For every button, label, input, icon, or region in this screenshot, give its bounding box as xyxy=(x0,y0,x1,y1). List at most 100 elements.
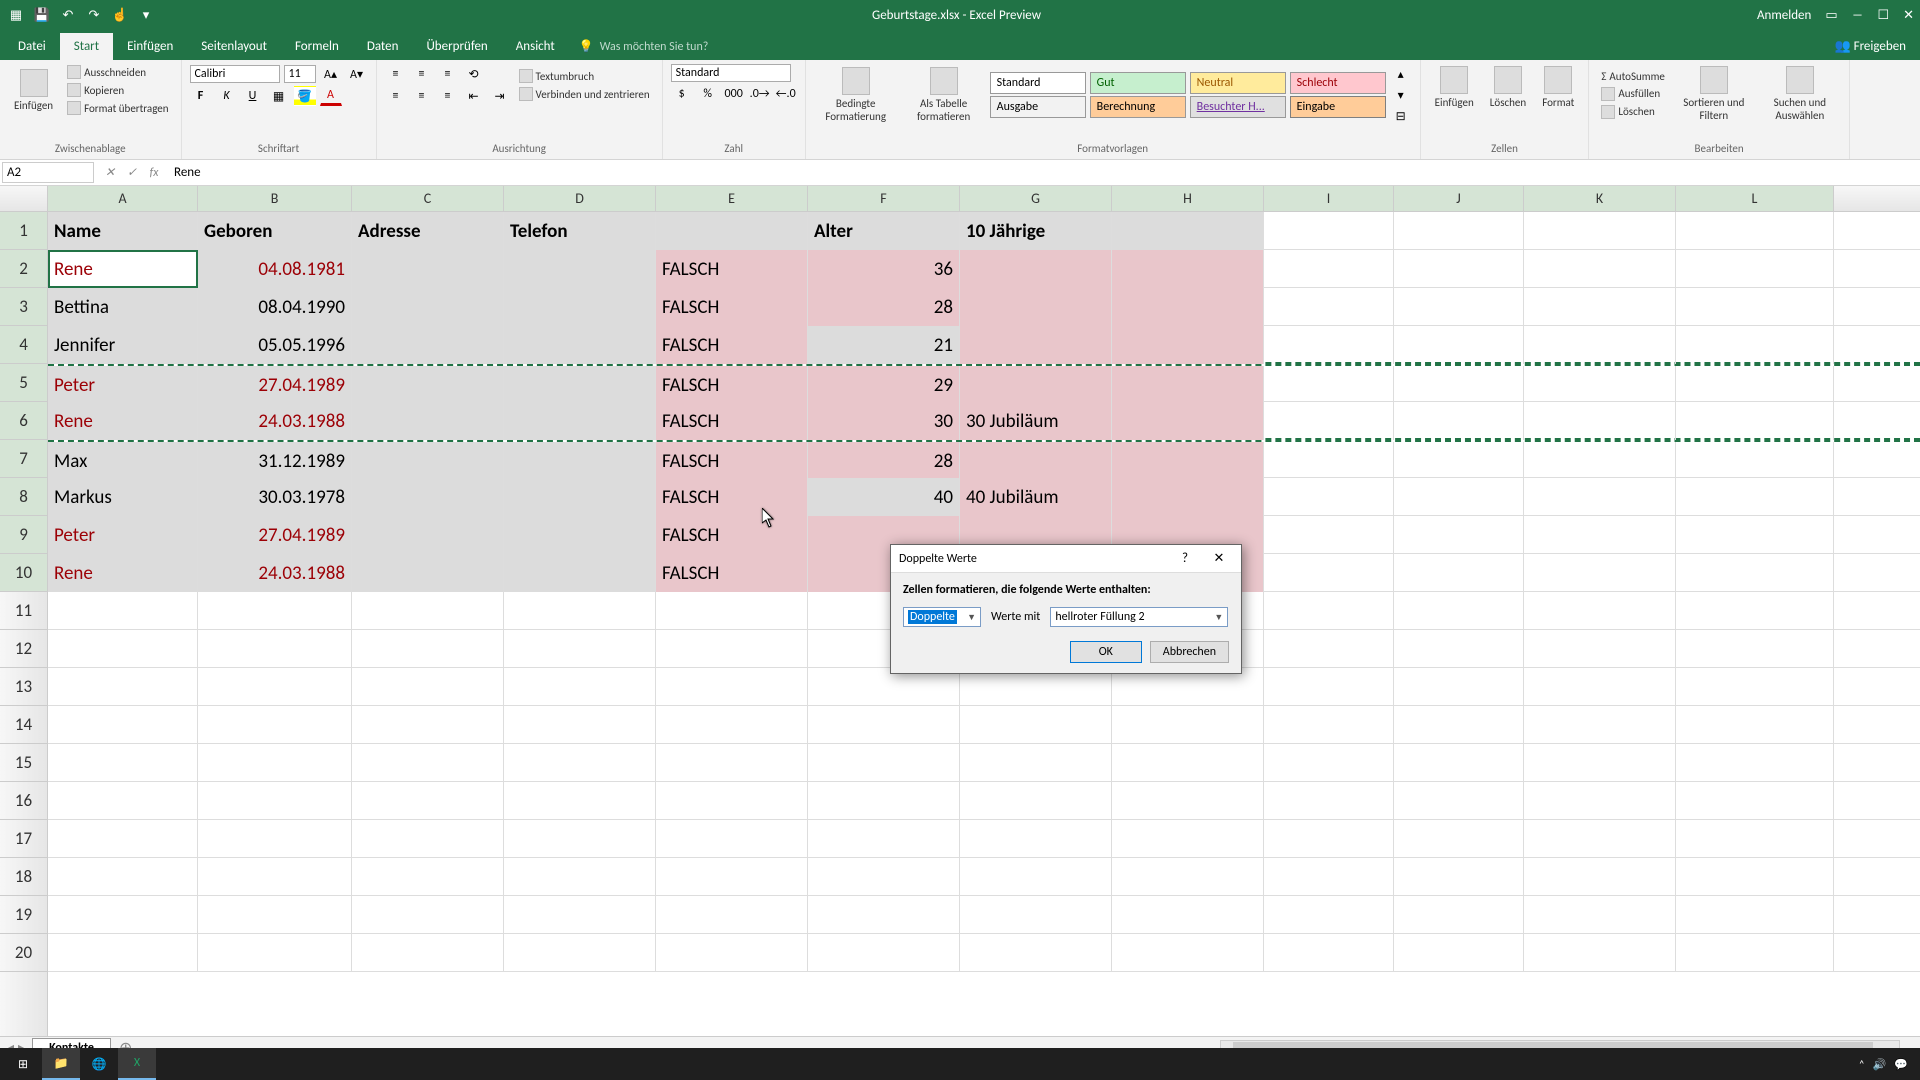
cell-K3[interactable] xyxy=(1524,288,1676,326)
row-header-11[interactable]: 11 xyxy=(0,592,47,630)
cell-C10[interactable] xyxy=(352,554,504,592)
cell-I9[interactable] xyxy=(1264,516,1394,554)
cell-K2[interactable] xyxy=(1524,250,1676,288)
formula-input[interactable] xyxy=(168,163,1920,182)
fill-color-button[interactable]: 🪣 xyxy=(294,86,316,106)
row-header-10[interactable]: 10 xyxy=(0,554,47,592)
cell-I1[interactable] xyxy=(1264,212,1394,250)
cell-J9[interactable] xyxy=(1394,516,1524,554)
ribbon-display-icon[interactable]: ▭ xyxy=(1825,8,1837,23)
cell-J7[interactable] xyxy=(1394,442,1524,480)
cell-F6[interactable]: 30 xyxy=(808,402,960,440)
cell-D11[interactable] xyxy=(504,592,656,630)
cell-A18[interactable] xyxy=(48,858,198,896)
minimize-icon[interactable]: ― xyxy=(1852,8,1864,23)
cell-E13[interactable] xyxy=(656,668,808,706)
decrease-font-icon[interactable]: A▾ xyxy=(346,64,368,84)
insert-cells-button[interactable]: Einfügen xyxy=(1429,64,1480,111)
cut-button[interactable]: Ausschneiden xyxy=(63,64,172,80)
cell-G20[interactable] xyxy=(960,934,1112,972)
cell-C1[interactable]: Adresse xyxy=(352,212,504,250)
row-header-2[interactable]: 2 xyxy=(0,250,47,288)
tray-chevron-icon[interactable]: ˄ xyxy=(1859,1058,1865,1071)
cell-L14[interactable] xyxy=(1676,706,1834,744)
style-standard[interactable]: Standard xyxy=(990,72,1086,94)
cell-G15[interactable] xyxy=(960,744,1112,782)
cell-I12[interactable] xyxy=(1264,630,1394,668)
cell-D20[interactable] xyxy=(504,934,656,972)
cell-G18[interactable] xyxy=(960,858,1112,896)
row-header-1[interactable]: 1 xyxy=(0,212,47,250)
cell-E3[interactable]: FALSCH xyxy=(656,288,808,326)
cell-G1[interactable]: 10 Jährige xyxy=(960,212,1112,250)
cell-L10[interactable] xyxy=(1676,554,1834,592)
font-size-select[interactable] xyxy=(284,65,316,83)
undo-icon[interactable]: ↶ xyxy=(58,5,78,25)
cell-E14[interactable] xyxy=(656,706,808,744)
col-header-F[interactable]: F xyxy=(808,186,960,211)
cell-J15[interactable] xyxy=(1394,744,1524,782)
cell-D9[interactable] xyxy=(504,516,656,554)
cell-B18[interactable] xyxy=(198,858,352,896)
style-schlecht[interactable]: Schlecht xyxy=(1290,72,1386,94)
cell-H19[interactable] xyxy=(1112,896,1264,934)
cell-G16[interactable] xyxy=(960,782,1112,820)
cell-A9[interactable]: Peter xyxy=(48,516,198,554)
border-button[interactable]: ▦ xyxy=(268,86,290,106)
cell-D7[interactable] xyxy=(504,442,656,480)
cell-I7[interactable] xyxy=(1264,442,1394,480)
row-header-8[interactable]: 8 xyxy=(0,478,47,516)
cell-A5[interactable]: Peter xyxy=(48,366,198,404)
cell-A8[interactable]: Markus xyxy=(48,478,198,516)
cell-C5[interactable] xyxy=(352,366,504,404)
cell-B2[interactable]: 04.08.1981 xyxy=(198,250,352,288)
cell-B16[interactable] xyxy=(198,782,352,820)
cell-A11[interactable] xyxy=(48,592,198,630)
cell-G8[interactable]: 40 Jubiläum xyxy=(960,478,1112,516)
row-header-16[interactable]: 16 xyxy=(0,782,47,820)
cell-K17[interactable] xyxy=(1524,820,1676,858)
row-header-9[interactable]: 9 xyxy=(0,516,47,554)
row-header-18[interactable]: 18 xyxy=(0,858,47,896)
cell-F14[interactable] xyxy=(808,706,960,744)
cell-K13[interactable] xyxy=(1524,668,1676,706)
cell-H16[interactable] xyxy=(1112,782,1264,820)
cell-E19[interactable] xyxy=(656,896,808,934)
cell-J4[interactable] xyxy=(1394,326,1524,364)
autosum-button[interactable]: ΣAutoSumme xyxy=(1597,69,1668,84)
tab-start[interactable]: Start xyxy=(60,33,113,60)
cell-E20[interactable] xyxy=(656,934,808,972)
cell-B11[interactable] xyxy=(198,592,352,630)
cell-J5[interactable] xyxy=(1394,366,1524,404)
cell-C12[interactable] xyxy=(352,630,504,668)
decrease-decimal-icon[interactable]: ←.0 xyxy=(775,84,797,104)
cell-K18[interactable] xyxy=(1524,858,1676,896)
currency-icon[interactable]: $ xyxy=(671,84,693,104)
cell-A7[interactable]: Max xyxy=(48,442,198,480)
cell-L1[interactable] xyxy=(1676,212,1834,250)
cell-D4[interactable] xyxy=(504,326,656,364)
cell-E11[interactable] xyxy=(656,592,808,630)
cell-E1[interactable] xyxy=(656,212,808,250)
cell-D10[interactable] xyxy=(504,554,656,592)
wrap-text-button[interactable]: Textumbruch xyxy=(515,68,654,84)
cell-B17[interactable] xyxy=(198,820,352,858)
cell-I3[interactable] xyxy=(1264,288,1394,326)
style-besuchter[interactable]: Besuchter H... xyxy=(1190,96,1286,118)
cell-D16[interactable] xyxy=(504,782,656,820)
col-header-H[interactable]: H xyxy=(1112,186,1264,211)
cell-F5[interactable]: 29 xyxy=(808,366,960,404)
save-icon[interactable]: 💾 xyxy=(32,5,52,25)
tray-notification-icon[interactable]: 💬 xyxy=(1894,1058,1908,1071)
touch-icon[interactable]: ☝ xyxy=(110,5,130,25)
cell-J14[interactable] xyxy=(1394,706,1524,744)
row-header-14[interactable]: 14 xyxy=(0,706,47,744)
col-header-D[interactable]: D xyxy=(504,186,656,211)
cell-J6[interactable] xyxy=(1394,402,1524,440)
cell-K10[interactable] xyxy=(1524,554,1676,592)
cell-J2[interactable] xyxy=(1394,250,1524,288)
cell-E10[interactable]: FALSCH xyxy=(656,554,808,592)
sort-filter-button[interactable]: Sortieren und Filtern xyxy=(1673,64,1755,124)
cell-B9[interactable]: 27.04.1989 xyxy=(198,516,352,554)
cell-C4[interactable] xyxy=(352,326,504,364)
